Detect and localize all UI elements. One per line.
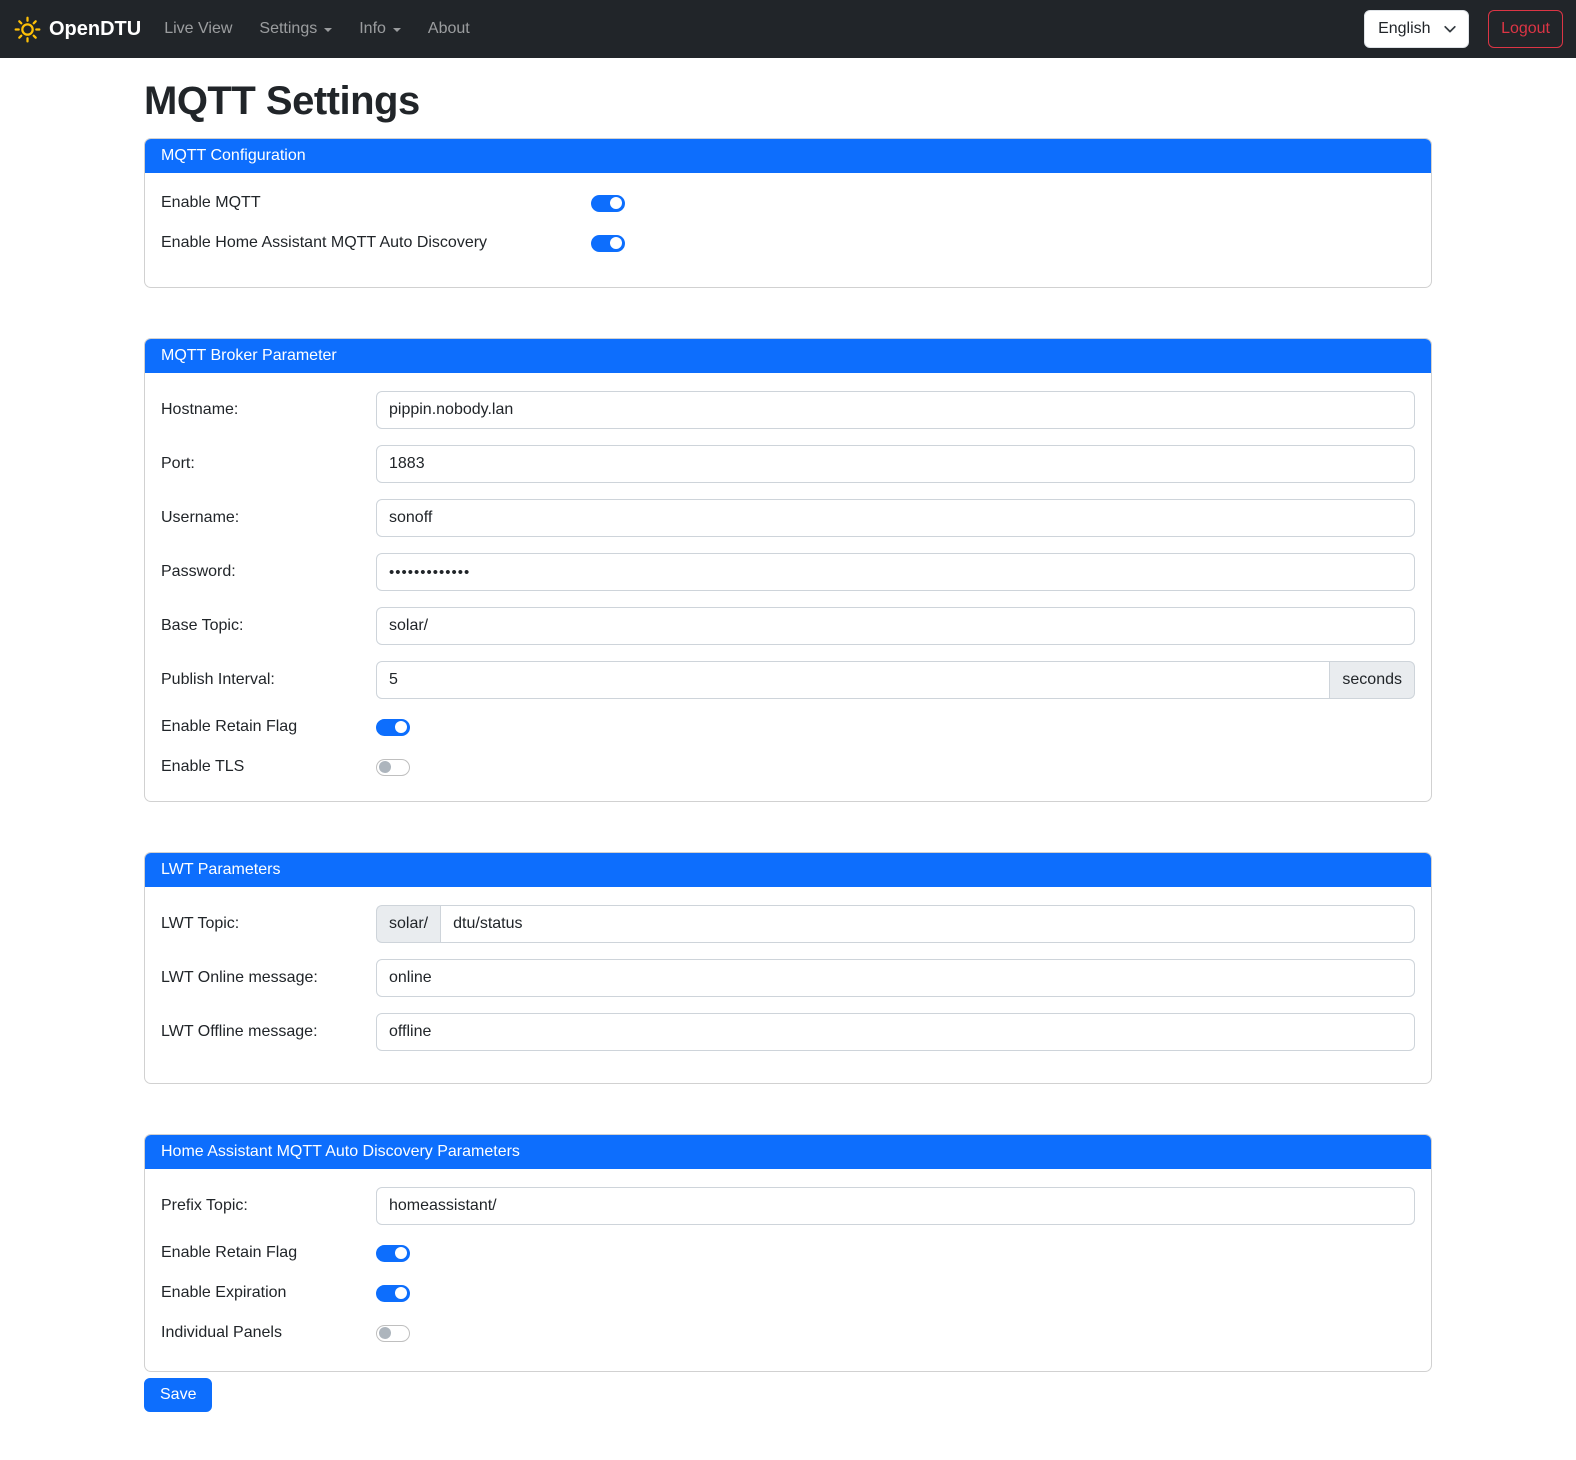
password-row: Password: [161, 553, 1415, 591]
tls-switch[interactable] [376, 759, 410, 776]
enable-mqtt-label: Enable MQTT [161, 191, 591, 215]
brand-label: OpenDTU [49, 18, 141, 41]
retain-flag-label: Enable Retain Flag [161, 715, 376, 739]
publish-interval-label: Publish Interval: [161, 668, 376, 692]
hostname-input[interactable] [376, 391, 1415, 429]
hass-expiration-row: Enable Expiration [161, 1281, 1415, 1305]
nav-live-view-label: Live View [164, 20, 232, 38]
enable-mqtt-row: Enable MQTT [161, 191, 1415, 215]
lwt-topic-prefix: solar/ [376, 905, 440, 943]
lwt-topic-label: LWT Topic: [161, 912, 376, 936]
username-label: Username: [161, 506, 376, 530]
nav-about[interactable]: About [428, 20, 470, 38]
logout-button[interactable]: Logout [1488, 10, 1563, 48]
hass-retain-switch[interactable] [376, 1245, 410, 1262]
chevron-down-icon [324, 28, 332, 32]
publish-interval-row: Publish Interval: seconds [161, 661, 1415, 699]
port-row: Port: [161, 445, 1415, 483]
card-header: MQTT Broker Parameter [145, 339, 1431, 373]
individual-panels-switch[interactable] [376, 1325, 410, 1342]
individual-panels-row: Individual Panels [161, 1321, 1415, 1345]
nav-settings-label: Settings [259, 20, 317, 38]
hass-expiration-label: Enable Expiration [161, 1281, 376, 1305]
card-mqtt-configuration: MQTT Configuration Enable MQTT Enable Ho… [144, 138, 1432, 288]
password-label: Password: [161, 560, 376, 584]
chevron-down-icon [1443, 22, 1457, 36]
card-lwt-parameters: LWT Parameters LWT Topic: solar/ LWT Onl… [144, 852, 1432, 1084]
prefix-topic-input[interactable] [376, 1187, 1415, 1225]
password-input[interactable] [376, 553, 1415, 591]
retain-flag-row: Enable Retain Flag [161, 715, 1415, 739]
hostname-row: Hostname: [161, 391, 1415, 429]
retain-flag-switch[interactable] [376, 719, 410, 736]
enable-hass-discovery-label: Enable Home Assistant MQTT Auto Discover… [161, 231, 591, 255]
port-label: Port: [161, 452, 376, 476]
sun-icon [14, 16, 41, 43]
brand-link[interactable]: OpenDTU [14, 16, 141, 43]
publish-interval-unit: seconds [1330, 661, 1415, 699]
hass-retain-row: Enable Retain Flag [161, 1241, 1415, 1265]
page-title: MQTT Settings [144, 79, 1432, 124]
lwt-offline-input[interactable] [376, 1013, 1415, 1051]
card-body: Hostname: Port: Username: Password: [145, 373, 1431, 801]
lwt-online-label: LWT Online message: [161, 966, 376, 990]
card-header: LWT Parameters [145, 853, 1431, 887]
publish-interval-input[interactable] [376, 661, 1330, 699]
lwt-topic-input[interactable] [440, 905, 1415, 943]
nav-info[interactable]: Info [359, 20, 401, 38]
card-body: Prefix Topic: Enable Retain Flag Enable … [145, 1169, 1431, 1371]
port-input[interactable] [376, 445, 1415, 483]
language-selected-value: English [1378, 20, 1430, 38]
card-body: Enable MQTT Enable Home Assistant MQTT A… [145, 173, 1431, 287]
prefix-topic-row: Prefix Topic: [161, 1187, 1415, 1225]
tls-row: Enable TLS [161, 755, 1415, 779]
enable-mqtt-switch[interactable] [591, 195, 625, 212]
base-topic-label: Base Topic: [161, 614, 376, 638]
save-button[interactable]: Save [144, 1378, 212, 1412]
lwt-offline-row: LWT Offline message: [161, 1013, 1415, 1051]
language-select[interactable]: English [1364, 10, 1469, 48]
lwt-online-input[interactable] [376, 959, 1415, 997]
individual-panels-label: Individual Panels [161, 1321, 376, 1345]
base-topic-row: Base Topic: [161, 607, 1415, 645]
lwt-offline-label: LWT Offline message: [161, 1020, 376, 1044]
tls-label: Enable TLS [161, 755, 376, 779]
nav-about-label: About [428, 20, 470, 38]
card-header: Home Assistant MQTT Auto Discovery Param… [145, 1135, 1431, 1169]
hass-retain-label: Enable Retain Flag [161, 1241, 376, 1265]
card-body: LWT Topic: solar/ LWT Online message: LW… [145, 887, 1431, 1083]
username-input[interactable] [376, 499, 1415, 537]
nav-info-label: Info [359, 20, 386, 38]
lwt-online-row: LWT Online message: [161, 959, 1415, 997]
enable-hass-discovery-switch[interactable] [591, 235, 625, 252]
chevron-down-icon [393, 28, 401, 32]
base-topic-input[interactable] [376, 607, 1415, 645]
hostname-label: Hostname: [161, 398, 376, 422]
navbar-right: English Logout [1364, 10, 1563, 48]
nav-settings[interactable]: Settings [259, 20, 332, 38]
prefix-topic-label: Prefix Topic: [161, 1194, 376, 1218]
lwt-topic-row: LWT Topic: solar/ [161, 905, 1415, 943]
username-row: Username: [161, 499, 1415, 537]
navbar: OpenDTU Live View Settings Info About En… [0, 0, 1576, 58]
main-content: MQTT Settings MQTT Configuration Enable … [144, 79, 1432, 1436]
hass-expiration-switch[interactable] [376, 1285, 410, 1302]
card-mqtt-broker-parameter: MQTT Broker Parameter Hostname: Port: Us… [144, 338, 1432, 802]
card-header: MQTT Configuration [145, 139, 1431, 173]
card-hass-discovery-parameters: Home Assistant MQTT Auto Discovery Param… [144, 1134, 1432, 1372]
nav-live-view[interactable]: Live View [164, 20, 232, 38]
enable-hass-discovery-row: Enable Home Assistant MQTT Auto Discover… [161, 231, 1415, 255]
nav-links: Live View Settings Info About [164, 20, 497, 38]
